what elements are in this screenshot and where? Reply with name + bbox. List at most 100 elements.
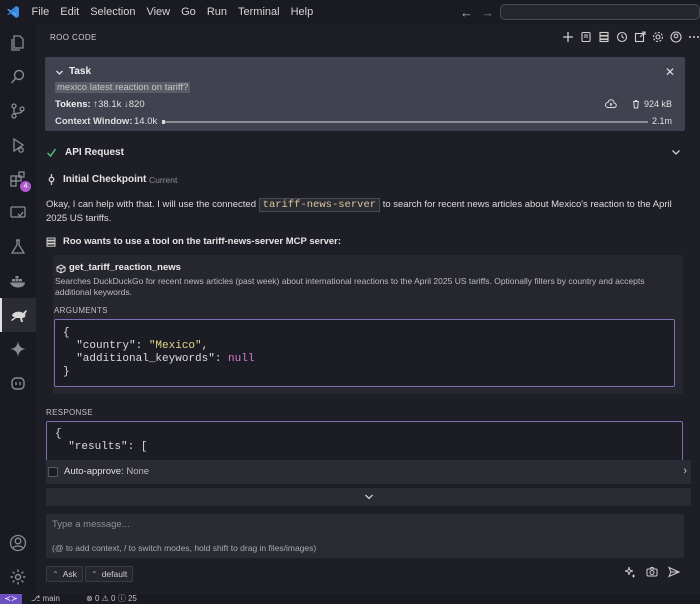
json-keywords-key: "additional_keywords": [76, 353, 215, 365]
json-country-key: "country": [76, 340, 136, 352]
branch-name: main: [42, 594, 60, 603]
api-request-label: API Request: [65, 147, 124, 158]
remote-indicator-icon[interactable]: ≺≻: [0, 594, 22, 604]
arguments-json: { "country": "Mexico", "additional_keywo…: [54, 319, 675, 387]
copilot-robot-icon[interactable]: [0, 366, 36, 400]
json-keywords-value: null: [228, 353, 255, 365]
api-expand-chevron-icon[interactable]: [671, 147, 681, 160]
menu-run[interactable]: Run: [201, 0, 232, 24]
camera-image-icon[interactable]: [646, 566, 658, 581]
task-collapse-chevron-icon[interactable]: [55, 66, 64, 80]
source-control-icon[interactable]: [0, 94, 36, 128]
forward-arrow-icon[interactable]: →: [481, 5, 494, 20]
sparkle-icon[interactable]: [0, 332, 36, 366]
remote-explorer-icon[interactable]: [0, 196, 36, 230]
profile-selector[interactable]: ⌃ default: [85, 566, 134, 582]
cloud-upload-icon[interactable]: [605, 99, 617, 112]
panel-header: ROO CODE: [36, 24, 700, 52]
prompts-icon[interactable]: [579, 30, 592, 43]
info-icon: ⓘ: [117, 594, 128, 603]
chat-input[interactable]: Type a message... (@ to add context, / t…: [46, 514, 684, 558]
chat-hint: (@ to add context, / to switch modes, ho…: [52, 543, 317, 553]
tokens-down-value: 820: [128, 99, 145, 110]
auto-approve-chevron-right-icon[interactable]: ›: [683, 465, 687, 477]
menu-go[interactable]: Go: [176, 0, 202, 24]
context-progress-fill: [162, 120, 166, 124]
context-window-row: Context Window: 14.0k 2.1m: [55, 116, 675, 127]
checkpoint-label: Initial Checkpoint: [63, 174, 147, 185]
menu-edit[interactable]: Edit: [55, 0, 85, 24]
json-close: }: [63, 366, 70, 378]
manage-gear-icon[interactable]: [0, 560, 36, 594]
run-debug-icon[interactable]: [0, 128, 36, 162]
new-task-plus-icon[interactable]: [561, 30, 574, 43]
mode-label: Ask: [62, 569, 77, 579]
info-count: 25: [127, 594, 137, 603]
close-task-icon[interactable]: ✕: [665, 65, 675, 79]
explorer-icon[interactable]: [0, 26, 36, 60]
context-used: 14.0k: [134, 116, 158, 127]
menu-selection[interactable]: Selection: [85, 0, 141, 24]
mcp-servers-icon[interactable]: [597, 30, 610, 43]
task-question: mexico latest reaction on tariff?: [55, 82, 191, 93]
response-line-1: {: [55, 428, 62, 440]
menu-bar: File Edit Selection View Go Run Terminal…: [26, 0, 319, 24]
menu-view[interactable]: View: [141, 0, 176, 24]
panel-title: ROO CODE: [50, 33, 97, 42]
assistant-message: Okay, I can help with that. I will use t…: [46, 198, 676, 225]
roo-code-panel: ROO CODE Task ✕ mexico latest reaction o…: [36, 24, 700, 594]
server-stack-icon: [46, 237, 56, 250]
task-label: Task: [69, 66, 92, 77]
auto-approve-checkbox[interactable]: [48, 467, 58, 477]
account-icon[interactable]: [0, 526, 36, 560]
menu-help[interactable]: Help: [285, 0, 319, 24]
more-actions-icon[interactable]: [687, 30, 700, 43]
docker-icon[interactable]: [0, 264, 36, 298]
task-size: 924 kB: [643, 99, 672, 109]
auto-approve-bar[interactable]: Auto-approve: None ›: [46, 460, 691, 484]
status-bar: ≺≻ ⎇ main ⊗ 0 ⚠ 0 ⓘ 25: [0, 594, 700, 604]
panel-toolbar: [561, 30, 700, 43]
auto-approve-label: Auto-approve:: [64, 466, 124, 477]
mode-chevron-icon: ⌃: [52, 569, 59, 579]
send-icon[interactable]: [668, 566, 681, 581]
history-icon[interactable]: [615, 30, 628, 43]
roo-kangaroo-icon[interactable]: [0, 298, 36, 332]
warning-count: 0: [111, 594, 116, 603]
mcp-tool-card: get_tariff_reaction_news Searches DuckDu…: [53, 255, 683, 394]
search-icon[interactable]: [0, 60, 36, 94]
tool-description: Searches DuckDuckGo for recent news arti…: [55, 276, 645, 297]
problems-indicator[interactable]: ⊗ 0 ⚠ 0 ⓘ 25: [86, 594, 137, 604]
arguments-label: ARGUMENTS: [54, 306, 108, 315]
testing-flask-icon[interactable]: [0, 230, 36, 264]
auto-approve-value: None: [126, 466, 150, 477]
response-json: { "results": [: [46, 421, 683, 461]
account-circle-icon[interactable]: [669, 30, 682, 43]
check-icon: [46, 147, 57, 161]
mcp-heading-text: Roo wants to use a tool on the tariff-ne…: [63, 236, 342, 247]
task-card: Task ✕ mexico latest reaction on tariff?…: [45, 57, 685, 131]
message-before: Okay, I can help with that. I will use t…: [46, 199, 259, 210]
title-bar: File Edit Selection View Go Run Terminal…: [0, 0, 700, 24]
input-actions: [624, 566, 681, 581]
popout-icon[interactable]: [633, 30, 646, 43]
checkpoint-status: Current: [149, 175, 178, 185]
branch-indicator[interactable]: ⎇ main: [31, 594, 60, 604]
delete-trash-icon[interactable]: [631, 99, 641, 112]
checkpoint-icon: [46, 174, 57, 188]
enhance-prompt-sparkle-icon[interactable]: [624, 566, 636, 581]
json-country-value: "Mexico": [148, 340, 202, 352]
menu-file[interactable]: File: [26, 0, 55, 24]
settings-gear-icon[interactable]: [651, 30, 664, 43]
menu-terminal[interactable]: Terminal: [233, 0, 286, 24]
vscode-logo-icon: [0, 0, 26, 24]
extensions-icon[interactable]: 4: [0, 162, 36, 196]
back-arrow-icon[interactable]: ←: [460, 5, 473, 20]
mode-selector[interactable]: ⌃ Ask: [46, 566, 83, 582]
command-search-box[interactable]: [500, 4, 700, 20]
server-name-chip: tariff-news-server: [258, 198, 381, 212]
scroll-to-bottom-button[interactable]: [46, 488, 691, 506]
activity-bar: 4: [0, 24, 36, 594]
context-progress-bar: [162, 120, 648, 124]
auto-approve-text: Auto-approve: None: [64, 466, 149, 477]
